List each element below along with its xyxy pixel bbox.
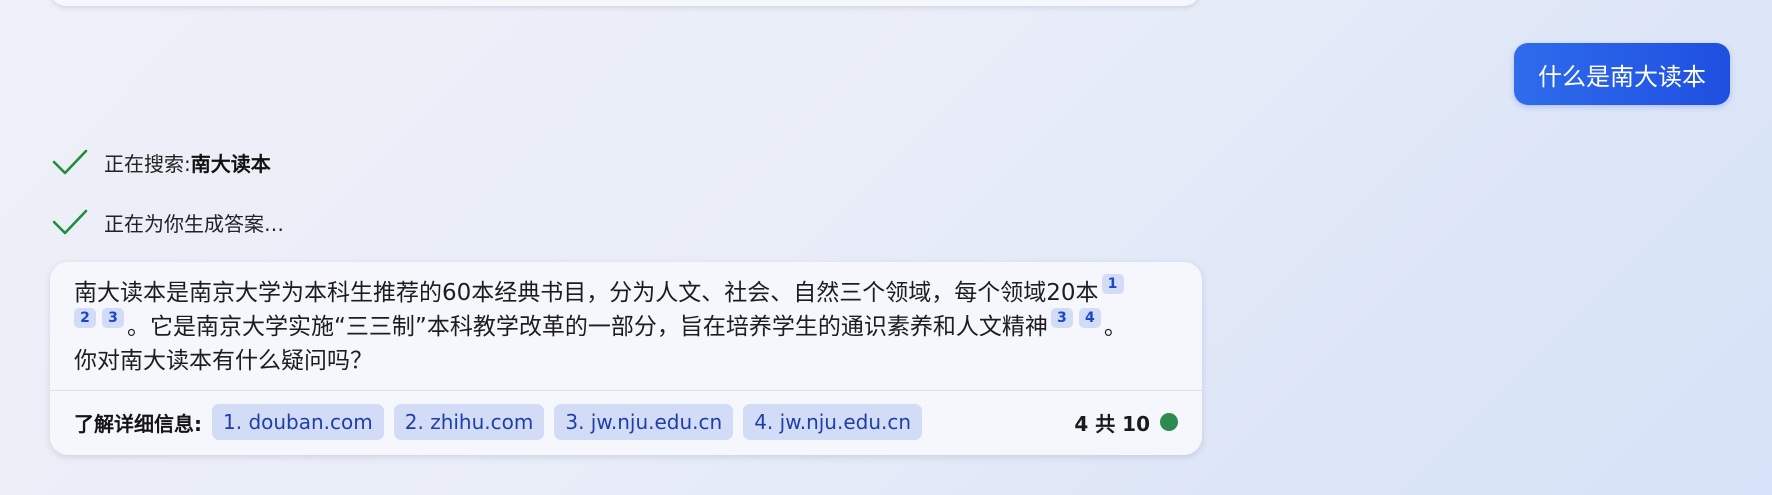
turn-counter: 4 共 10 [1074, 404, 1178, 440]
citation-3b[interactable]: 3 [1050, 308, 1073, 328]
generating-status-row: 正在为你生成答案… [52, 207, 284, 237]
answer-paragraph-2: 。它是南京大学实施“三三制”本科教学改革的一部分，旨在培养学生的通识素养和人文精… [127, 314, 1048, 340]
citation-4[interactable]: 4 [1078, 308, 1101, 328]
learn-more-row: 了解详细信息: 1. douban.com 2. zhihu.com 3. jw… [74, 404, 932, 440]
citation-3[interactable]: 3 [102, 308, 124, 328]
answer-paragraph-end: 。 [1103, 314, 1127, 340]
user-message-text: 什么是南大读本 [1538, 62, 1706, 91]
status-dot-icon [1160, 413, 1178, 431]
previous-message-card [50, 0, 1200, 6]
user-message-bubble: 什么是南大读本 [1514, 43, 1730, 105]
generating-status-text: 正在为你生成答案… [104, 211, 284, 236]
search-status-row: 正在搜索: 南大读本 [52, 147, 271, 177]
citation-1[interactable]: 1 [1101, 274, 1124, 294]
checkmark-icon [52, 149, 88, 175]
source-link-2[interactable]: 2. zhihu.com [393, 404, 545, 440]
search-status-text: 正在搜索: [104, 151, 191, 176]
answer-text: 南大读本是南京大学为本科生推荐的60本经典书目，分为人文、社会、自然三个领域，每… [74, 274, 1184, 378]
citation-2[interactable]: 2 [74, 308, 96, 328]
answer-followup-question: 你对南大读本有什么疑问吗？ [74, 348, 373, 374]
checkmark-icon [52, 209, 88, 235]
answer-card: 南大读本是南京大学为本科生推荐的60本经典书目，分为人文、社会、自然三个领域，每… [50, 262, 1202, 455]
turn-counter-text: 4 共 10 [1074, 411, 1150, 436]
source-link-4[interactable]: 4. jw.nju.edu.cn [743, 404, 923, 440]
answer-paragraph-1: 南大读本是南京大学为本科生推荐的60本经典书目，分为人文、社会、自然三个领域，每… [74, 280, 1099, 306]
search-query: 南大读本 [190, 151, 271, 176]
card-divider [50, 390, 1202, 391]
source-link-1[interactable]: 1. douban.com [212, 404, 384, 440]
learn-more-label: 了解详细信息: [74, 411, 202, 436]
source-link-3[interactable]: 3. jw.nju.edu.cn [554, 404, 734, 440]
